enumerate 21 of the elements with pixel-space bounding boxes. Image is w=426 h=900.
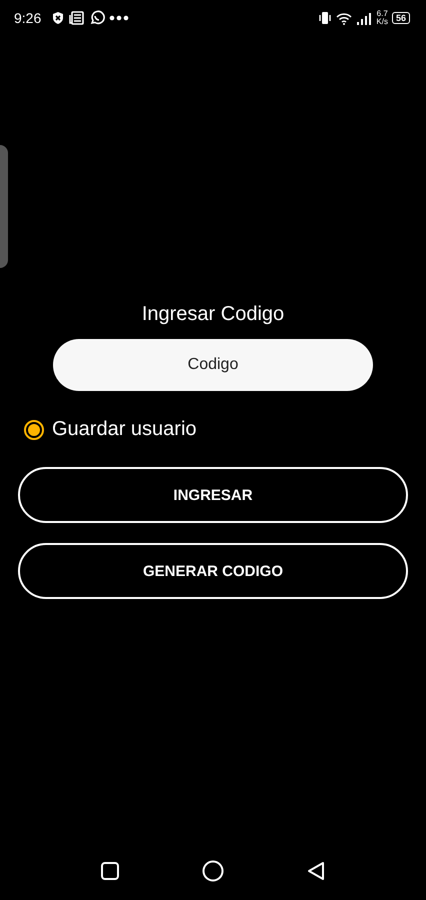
recent-apps-icon[interactable] <box>100 861 120 881</box>
code-field[interactable]: Codigo <box>53 339 373 391</box>
more-icon <box>109 15 130 21</box>
speed-value: 6.7 <box>376 10 388 18</box>
side-handle[interactable] <box>0 145 8 268</box>
action-button[interactable]: GENERAR CODIGO <box>18 543 408 599</box>
back-icon[interactable] <box>306 861 326 881</box>
home-icon[interactable] <box>202 860 224 882</box>
action-button[interactable]: INGRESAR <box>18 467 408 523</box>
news-icon <box>69 11 86 25</box>
shield-icon <box>51 11 66 25</box>
battery-indicator: 56 <box>392 12 410 24</box>
wifi-icon <box>336 12 352 24</box>
vibrate-icon <box>318 11 332 25</box>
status-time: 9:26 <box>14 10 42 26</box>
speed-unit: K/s <box>376 18 388 26</box>
radio-button[interactable] <box>24 420 44 440</box>
signal-icon <box>356 12 372 24</box>
chat-icon <box>89 10 106 26</box>
radio-label: Guardar usuario <box>52 418 197 441</box>
screen-title: Ingresar Codigo <box>142 302 284 327</box>
